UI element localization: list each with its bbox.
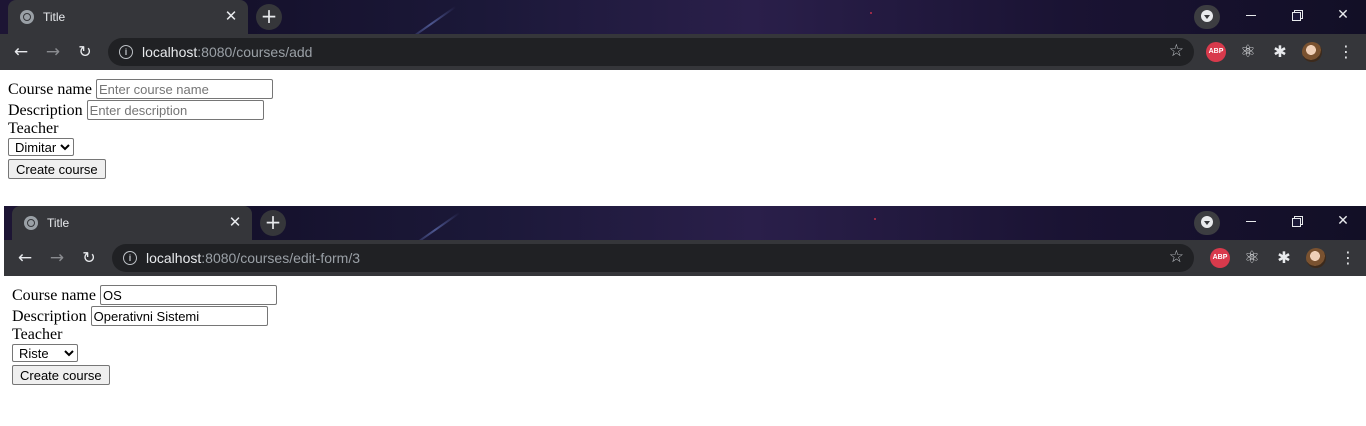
url-path: :8080/courses/add <box>197 44 313 60</box>
adblock-icon[interactable]: ABP <box>1206 42 1226 62</box>
wallpaper-streak <box>409 211 461 240</box>
url-text[interactable]: localhost:8080/courses/edit-form/3 <box>146 250 360 266</box>
url-host: localhost <box>146 250 202 266</box>
address-bar[interactable]: i localhost:8080/courses/add ☆ <box>108 38 1194 66</box>
browser-window-add: Title ✕ + ✕ ← → ↻ i localhost:8080/cours… <box>0 0 1366 179</box>
browser-toolbar: ← → ↻ i localhost:8080/courses/edit-form… <box>4 240 1366 276</box>
teacher-label: Teacher <box>12 326 63 343</box>
close-window-icon[interactable]: ✕ <box>1320 0 1366 30</box>
title-bar: Title ✕ + ✕ <box>0 0 1366 34</box>
description-row: Description <box>8 99 1366 121</box>
course-name-label: Course name <box>12 286 96 304</box>
react-devtools-icon[interactable]: ⚛ <box>1242 248 1262 268</box>
globe-icon <box>24 216 38 230</box>
info-icon[interactable]: i <box>123 251 137 265</box>
close-icon[interactable]: ✕ <box>222 7 240 25</box>
kebab-menu-icon[interactable]: ⋮ <box>1336 42 1356 62</box>
wallpaper-star <box>870 12 872 14</box>
info-icon[interactable]: i <box>119 45 133 59</box>
teacher-label: Teacher <box>8 120 59 137</box>
url-host: localhost <box>142 44 198 60</box>
description-row: Description <box>12 305 1366 327</box>
minimize-icon[interactable] <box>1228 206 1274 236</box>
close-icon[interactable]: ✕ <box>226 213 244 231</box>
globe-icon <box>20 10 34 24</box>
avatar[interactable] <box>1302 42 1322 62</box>
course-name-input[interactable] <box>99 285 277 306</box>
plus-icon[interactable]: + <box>260 210 286 236</box>
forward-icon[interactable]: → <box>46 247 68 269</box>
close-window-icon[interactable]: ✕ <box>1320 206 1366 236</box>
url-text[interactable]: localhost:8080/courses/add <box>142 44 312 60</box>
course-name-input[interactable] <box>95 79 273 100</box>
minimize-icon[interactable] <box>1228 0 1274 30</box>
adblock-icon[interactable]: ABP <box>1210 248 1230 268</box>
restore-icon[interactable] <box>1274 206 1320 236</box>
course-name-row: Course name <box>8 78 1366 100</box>
url-path: :8080/courses/edit-form/3 <box>201 250 361 266</box>
browser-tab[interactable]: Title ✕ <box>8 0 248 34</box>
teacher-select[interactable]: Dimitar <box>8 138 74 156</box>
tab-title: Title <box>47 216 70 230</box>
title-bar: Title ✕ + ✕ <box>4 206 1366 240</box>
description-input[interactable] <box>90 306 268 327</box>
course-name-label: Course name <box>8 80 92 98</box>
course-form: Course name Description Teacher Riste Cr… <box>4 276 1366 385</box>
description-label: Description <box>12 307 87 325</box>
back-icon[interactable]: ← <box>14 247 36 269</box>
course-form: Course name Description Teacher Dimitar … <box>0 70 1366 179</box>
create-course-button[interactable]: Create course <box>12 365 110 385</box>
reload-icon[interactable]: ↻ <box>78 247 100 269</box>
restore-icon[interactable] <box>1274 0 1320 30</box>
teacher-select[interactable]: Riste <box>12 344 78 362</box>
back-icon[interactable]: ← <box>10 41 32 63</box>
create-course-button[interactable]: Create course <box>8 159 106 179</box>
browser-toolbar: ← → ↻ i localhost:8080/courses/add ☆ ABP… <box>0 34 1366 70</box>
wallpaper-streak <box>405 5 457 34</box>
plus-icon[interactable]: + <box>256 4 282 30</box>
bookmark-star-icon[interactable]: ☆ <box>1169 41 1184 61</box>
forward-icon[interactable]: → <box>42 41 64 63</box>
address-bar[interactable]: i localhost:8080/courses/edit-form/3 ☆ <box>112 244 1194 272</box>
bookmark-star-icon[interactable]: ☆ <box>1169 247 1184 267</box>
browser-tab[interactable]: Title ✕ <box>12 206 252 240</box>
browser-window-edit: Title ✕ + ✕ ← → ↻ i localhost:8080/cours… <box>4 206 1366 385</box>
tab-title: Title <box>43 10 66 24</box>
kebab-menu-icon[interactable]: ⋮ <box>1338 248 1358 268</box>
profile-dropdown-icon[interactable] <box>1194 5 1220 29</box>
react-devtools-icon[interactable]: ⚛ <box>1238 42 1258 62</box>
extensions-puzzle-icon[interactable]: ✱ <box>1270 42 1290 62</box>
description-label: Description <box>8 101 83 119</box>
profile-dropdown-icon[interactable] <box>1194 211 1220 235</box>
reload-icon[interactable]: ↻ <box>74 41 96 63</box>
avatar[interactable] <box>1306 248 1326 268</box>
course-name-row: Course name <box>12 284 1366 306</box>
description-input[interactable] <box>86 100 264 121</box>
extensions-puzzle-icon[interactable]: ✱ <box>1274 248 1294 268</box>
wallpaper-star <box>874 218 876 220</box>
